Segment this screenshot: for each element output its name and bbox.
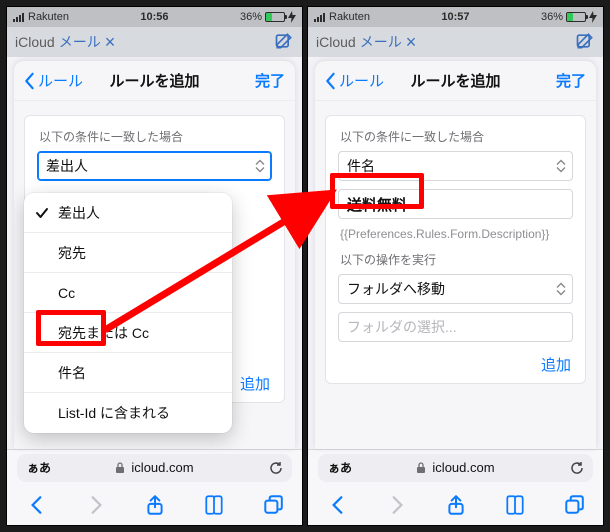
- chevron-left-icon: [323, 72, 337, 90]
- tabs-icon[interactable]: [262, 494, 284, 516]
- tabs-icon[interactable]: [563, 494, 585, 516]
- battery-icon: [566, 12, 586, 22]
- condition-select-value: 件名: [347, 156, 375, 176]
- phone-right: Rakuten 10:57 36% iCloud メール ×: [307, 6, 604, 526]
- dropdown-item-label: List-Id に含まれる: [58, 403, 170, 423]
- done-button[interactable]: 完了: [255, 61, 285, 100]
- compose-icon[interactable]: [575, 31, 595, 54]
- compose-icon[interactable]: [274, 31, 294, 54]
- folder-placeholder: フォルダの選択...: [347, 317, 457, 337]
- url-domain: icloud.com: [131, 460, 193, 475]
- text-size-button[interactable]: ぁあ: [27, 459, 51, 476]
- signal-icon: [13, 13, 24, 22]
- condition-dropdown: 差出人宛先 Cc 宛先または Cc 件名 List-Id に含まれる: [24, 193, 232, 433]
- close-glyph[interactable]: ×: [105, 33, 116, 51]
- dropdown-item[interactable]: 件名: [24, 353, 232, 393]
- app-title-part2: メール: [59, 32, 101, 52]
- carrier-label: Rakuten: [28, 11, 69, 23]
- reload-icon[interactable]: [569, 460, 585, 476]
- nav-back-icon[interactable]: [26, 494, 48, 516]
- stepper-icon: [255, 160, 265, 173]
- bookmarks-icon[interactable]: [504, 494, 526, 516]
- share-icon[interactable]: [445, 494, 467, 516]
- address-bar: ぁあ icloud.com: [308, 449, 603, 485]
- dropdown-item-label: 件名: [58, 363, 86, 383]
- mail-header: iCloud メール ×: [7, 27, 302, 57]
- action-select[interactable]: フォルダへ移動: [338, 274, 573, 304]
- charging-icon: [589, 11, 597, 23]
- mail-header: iCloud メール ×: [308, 27, 603, 57]
- battery-percent: 36%: [541, 11, 563, 23]
- folder-select-input[interactable]: フォルダの選択...: [338, 312, 573, 342]
- action-select-value: フォルダへ移動: [347, 279, 445, 299]
- condition-value-input[interactable]: 送料無料: [338, 189, 573, 219]
- app-title-part1: iCloud: [316, 34, 356, 50]
- add-condition-button[interactable]: 追加: [338, 350, 573, 375]
- rule-description: {{Preferences.Rules.Form.Description}}: [340, 227, 571, 241]
- stepper-icon: [556, 283, 566, 296]
- dropdown-item[interactable]: 宛先: [24, 233, 232, 273]
- rule-sheet: ルール ルールを追加 完了 以下の条件に一致した場合 件名: [315, 61, 596, 449]
- comparison-frame: Rakuten 10:56 36% iCloud メール ×: [0, 0, 610, 532]
- charging-icon: [288, 11, 296, 23]
- safari-toolbar: [308, 485, 603, 525]
- dropdown-item[interactable]: List-Id に含まれる: [24, 393, 232, 433]
- back-label: ルール: [339, 70, 384, 91]
- reload-icon[interactable]: [268, 460, 284, 476]
- close-glyph[interactable]: ×: [406, 33, 417, 51]
- address-bar: ぁあ icloud.com: [7, 449, 302, 485]
- carrier-label: Rakuten: [329, 11, 370, 23]
- status-bar: Rakuten 10:57 36%: [308, 7, 603, 27]
- app-title-part1: iCloud: [15, 34, 55, 50]
- text-size-button[interactable]: ぁあ: [328, 459, 352, 476]
- clock: 10:57: [441, 11, 469, 23]
- condition-value-text: 送料無料: [347, 194, 407, 215]
- phone-left: Rakuten 10:56 36% iCloud メール ×: [6, 6, 303, 526]
- clock: 10:56: [140, 11, 168, 23]
- status-bar: Rakuten 10:56 36%: [7, 7, 302, 27]
- sheet-nav: ルール ルールを追加 完了: [315, 61, 596, 101]
- dropdown-item[interactable]: Cc: [24, 273, 232, 313]
- dropdown-item[interactable]: 宛先または Cc: [24, 313, 232, 353]
- condition-select[interactable]: 差出人: [37, 151, 272, 181]
- condition-section-label: 以下の条件に一致した場合: [340, 128, 573, 145]
- sheet-title: ルールを追加: [410, 70, 500, 91]
- rule-card: 以下の条件に一致した場合 件名 送料無料 {: [325, 115, 586, 384]
- nav-forward-icon: [85, 494, 107, 516]
- nav-forward-icon: [386, 494, 408, 516]
- battery-icon: [265, 12, 285, 22]
- rule-sheet: ルール ルールを追加 完了 以下の条件に一致した場合 差出人: [14, 61, 295, 449]
- sheet-title: ルールを追加: [109, 70, 199, 91]
- condition-section-label: 以下の条件に一致した場合: [39, 128, 272, 145]
- condition-select[interactable]: 件名: [338, 151, 573, 181]
- nav-back-icon[interactable]: [327, 494, 349, 516]
- signal-icon: [314, 13, 325, 22]
- lock-icon: [416, 462, 426, 474]
- safari-toolbar: [7, 485, 302, 525]
- dropdown-item-label: Cc: [58, 285, 75, 301]
- battery-percent: 36%: [240, 11, 262, 23]
- share-icon[interactable]: [144, 494, 166, 516]
- dropdown-item-label: 宛先: [58, 243, 86, 263]
- action-section-label: 以下の操作を実行: [340, 251, 573, 268]
- sheet-nav: ルール ルールを追加 完了: [14, 61, 295, 101]
- back-button[interactable]: ルール: [22, 61, 83, 100]
- back-label: ルール: [38, 70, 83, 91]
- dropdown-item[interactable]: 差出人: [24, 193, 232, 233]
- condition-select-value: 差出人: [46, 156, 88, 176]
- url-field[interactable]: ぁあ icloud.com: [318, 454, 593, 482]
- dropdown-item-label: 差出人: [58, 203, 100, 223]
- chevron-left-icon: [22, 72, 36, 90]
- url-field[interactable]: ぁあ icloud.com: [17, 454, 292, 482]
- back-button[interactable]: ルール: [323, 61, 384, 100]
- bookmarks-icon[interactable]: [203, 494, 225, 516]
- done-button[interactable]: 完了: [556, 61, 586, 100]
- stepper-icon: [556, 160, 566, 173]
- lock-icon: [115, 462, 125, 474]
- checkmark-icon: [34, 205, 50, 221]
- dropdown-item-label: 宛先または Cc: [58, 323, 149, 343]
- url-domain: icloud.com: [432, 460, 494, 475]
- app-title-part2: メール: [360, 32, 402, 52]
